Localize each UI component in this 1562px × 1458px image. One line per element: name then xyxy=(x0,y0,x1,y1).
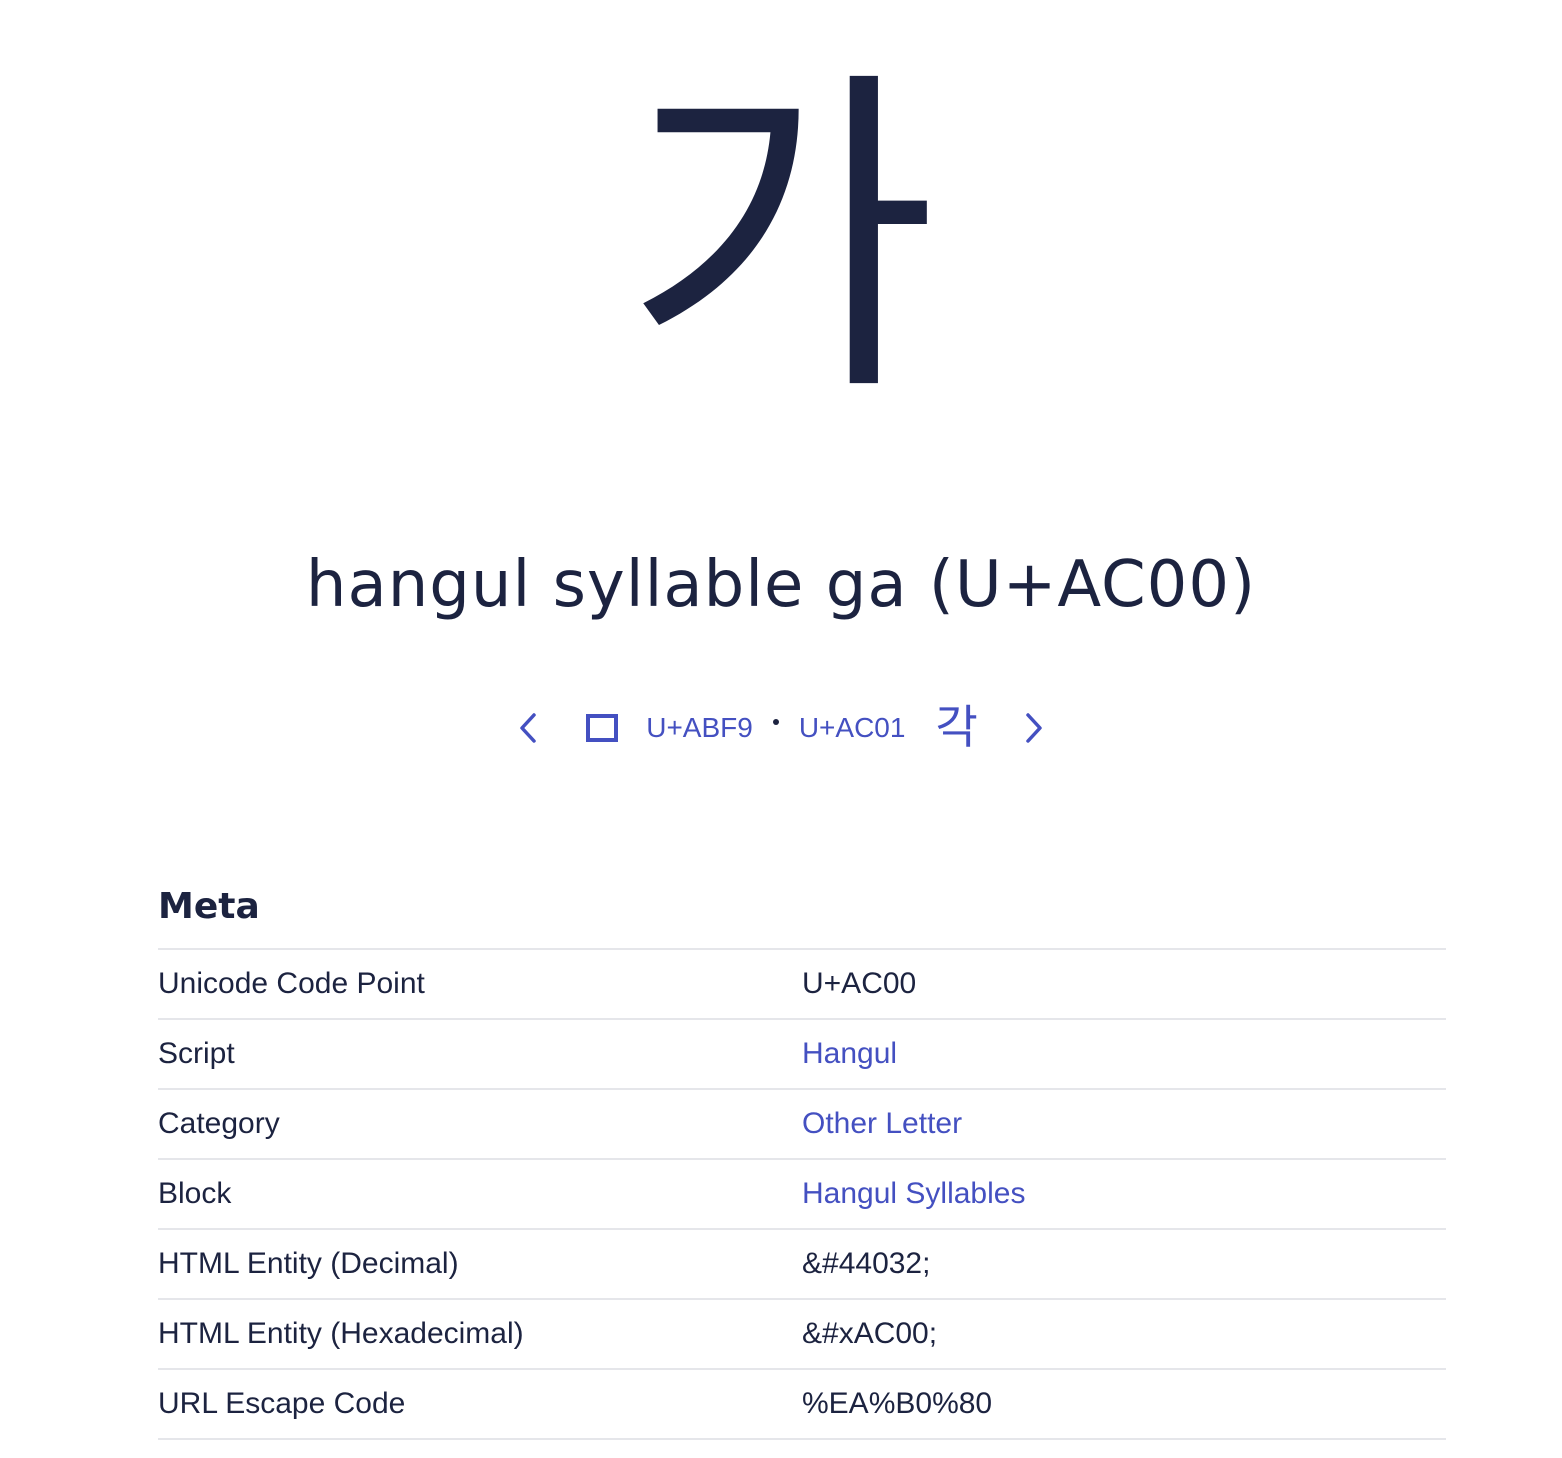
previous-character-placeholder-icon[interactable] xyxy=(586,714,619,742)
meta-row-block: Block Hangul Syllables xyxy=(158,1160,1446,1230)
hangul-glyph: 가 xyxy=(624,42,938,438)
meta-row-code-point: Unicode Code Point U+AC00 xyxy=(158,950,1446,1020)
page-title: hangul syllable ga (U+AC00) xyxy=(305,548,1257,622)
next-character-link[interactable]: 각 xyxy=(935,691,977,757)
meta-label: Script xyxy=(158,1037,235,1070)
meta-row-url-escape: URL Escape Code %EA%B0%80 xyxy=(158,1370,1446,1440)
meta-label: Category xyxy=(158,1107,280,1140)
meta-label: HTML Entity (Hexadecimal) xyxy=(158,1317,524,1350)
meta-value: &#44032; xyxy=(802,1247,931,1280)
meta-row-script: Script Hangul xyxy=(158,1020,1446,1090)
category-link[interactable]: Other Letter xyxy=(802,1107,962,1141)
meta-row-html-decimal: HTML Entity (Decimal) &#44032; xyxy=(158,1230,1446,1300)
separator-dot xyxy=(772,719,779,725)
meta-value: &#xAC00; xyxy=(802,1317,938,1350)
previous-code-link[interactable]: U+ABF9 xyxy=(646,712,753,744)
script-link[interactable]: Hangul xyxy=(802,1037,897,1071)
meta-label: URL Escape Code xyxy=(158,1387,406,1420)
meta-section: Meta Unicode Code Point U+AC00 Script Ha… xyxy=(158,880,1446,1440)
next-code-link[interactable]: U+AC01 xyxy=(799,712,906,744)
block-link[interactable]: Hangul Syllables xyxy=(802,1177,1025,1211)
character-display: 가 xyxy=(0,40,1562,440)
meta-label: Unicode Code Point xyxy=(158,967,425,1000)
meta-label: HTML Entity (Decimal) xyxy=(158,1247,459,1280)
meta-label: Block xyxy=(158,1177,232,1210)
meta-row-category: Category Other Letter xyxy=(158,1090,1446,1160)
previous-chevron-icon[interactable] xyxy=(508,708,548,748)
meta-value: U+AC00 xyxy=(802,967,917,1000)
next-chevron-icon[interactable] xyxy=(1014,708,1054,748)
meta-heading: Meta xyxy=(158,880,1446,950)
meta-row-html-hex: HTML Entity (Hexadecimal) &#xAC00; xyxy=(158,1300,1446,1370)
meta-value: %EA%B0%80 xyxy=(802,1387,993,1420)
character-navigation: U+ABF9 U+AC01 각 xyxy=(0,690,1562,766)
